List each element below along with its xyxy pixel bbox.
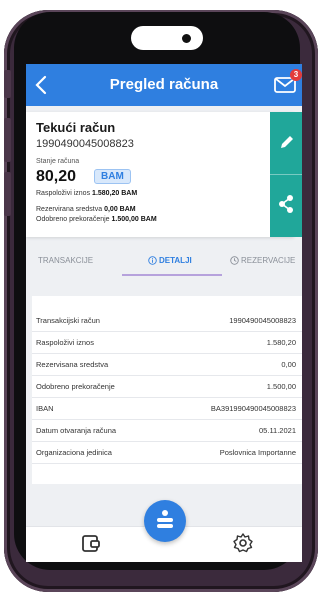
detail-value: 0,00 [281, 360, 296, 369]
overdraft-value: 1.500,00 BAM [111, 216, 157, 223]
clock-icon [230, 256, 239, 265]
detail-label: Datum otvaranja računa [36, 426, 117, 435]
detail-label: Rezervisana sredstva [36, 360, 109, 369]
list-item: Rezervisana sredstva 0,00 [32, 354, 302, 376]
detail-label: Odobreno prekoračenje [36, 382, 115, 391]
tab-rezervacije-label: REZERVACIJE [241, 256, 296, 265]
detail-label: Organizaciona jedinica [36, 448, 112, 457]
account-details-list: Transakcijski račun 1990490045008823 Ras… [32, 296, 302, 484]
info-icon [148, 256, 157, 265]
share-button[interactable] [270, 175, 302, 237]
list-item: Odobreno prekoračenje 1.500,00 [32, 376, 302, 398]
tab-bar: TRANSAKCIJE DETALJI REZERVACIJE [26, 244, 302, 278]
tab-detalji-label: DETALJI [159, 256, 192, 265]
overdraft-label: Odobreno prekoračenje [36, 216, 110, 223]
page-title: Pregled računa [109, 76, 219, 93]
available-label: Raspoloživi iznos [36, 190, 91, 197]
camera-icon [182, 34, 191, 43]
tab-detalji[interactable]: DETALJI [148, 256, 192, 265]
currency-badge: BAM [94, 169, 131, 184]
detail-value: Poslovnica Importanne [219, 448, 296, 457]
pencil-icon [281, 136, 293, 148]
reserved-label: Rezervirana sredstva [36, 206, 103, 213]
side-button [4, 172, 11, 216]
available-amount-line: Raspoloživi iznos 1.580,20 BAM [36, 190, 137, 197]
balance-value: 80,20 [36, 168, 77, 185]
tab-transakcije[interactable]: TRANSAKCIJE [38, 256, 93, 265]
home-button[interactable] [144, 500, 186, 542]
detail-label: IBAN [36, 404, 54, 413]
active-tab-indicator [122, 274, 222, 276]
detail-value: 1990490045008823 [229, 316, 296, 325]
detail-value: BA391990490045008823 [210, 404, 296, 413]
balance-label: Stanje računa [36, 158, 80, 165]
detail-value: 1.500,00 [266, 382, 296, 391]
app-header: Pregled računa 3 [26, 64, 302, 106]
account-name: Tekući račun [36, 120, 116, 135]
notification-badge: 3 [290, 69, 302, 81]
detail-value: 1.580,20 [266, 338, 296, 347]
reserved-amount-line: Rezervirana sredstva 0,00 BAM [36, 206, 136, 213]
detail-label: Transakcijski račun [36, 316, 100, 325]
account-number: 1990490045008823 [36, 138, 134, 150]
share-icon [279, 195, 293, 213]
phone-notch [131, 26, 203, 50]
overdraft-amount-line: Odobreno prekoračenje 1.500,00 BAM [36, 216, 157, 223]
detail-label: Raspoloživi iznos [36, 338, 94, 347]
side-button [4, 118, 11, 162]
gear-icon[interactable] [232, 532, 254, 554]
detail-value: 05.11.2021 [259, 426, 296, 435]
list-item: Raspoloživi iznos 1.580,20 [32, 332, 302, 354]
edit-button[interactable] [270, 112, 302, 174]
tab-rezervacije[interactable]: REZERVACIJE [230, 256, 295, 265]
account-card: Tekući račun 1990490045008823 Stanje rač… [26, 112, 294, 237]
reserved-value: 0,00 BAM [104, 206, 136, 213]
account-actions-panel [270, 112, 302, 237]
list-item: IBAN BA391990490045008823 [32, 398, 302, 420]
list-item: Organizaciona jedinica Poslovnica Import… [32, 442, 302, 464]
wallet-icon[interactable] [80, 532, 102, 554]
list-item: Transakcijski račun 1990490045008823 [32, 310, 302, 332]
app-screen: Pregled računa 3 Tekući račun 1990490045… [26, 64, 302, 562]
bank-s-icon [157, 510, 173, 528]
list-item: Datum otvaranja računa 05.11.2021 [32, 420, 302, 442]
side-button [4, 70, 11, 98]
available-value: 1.580,20 BAM [92, 190, 138, 197]
